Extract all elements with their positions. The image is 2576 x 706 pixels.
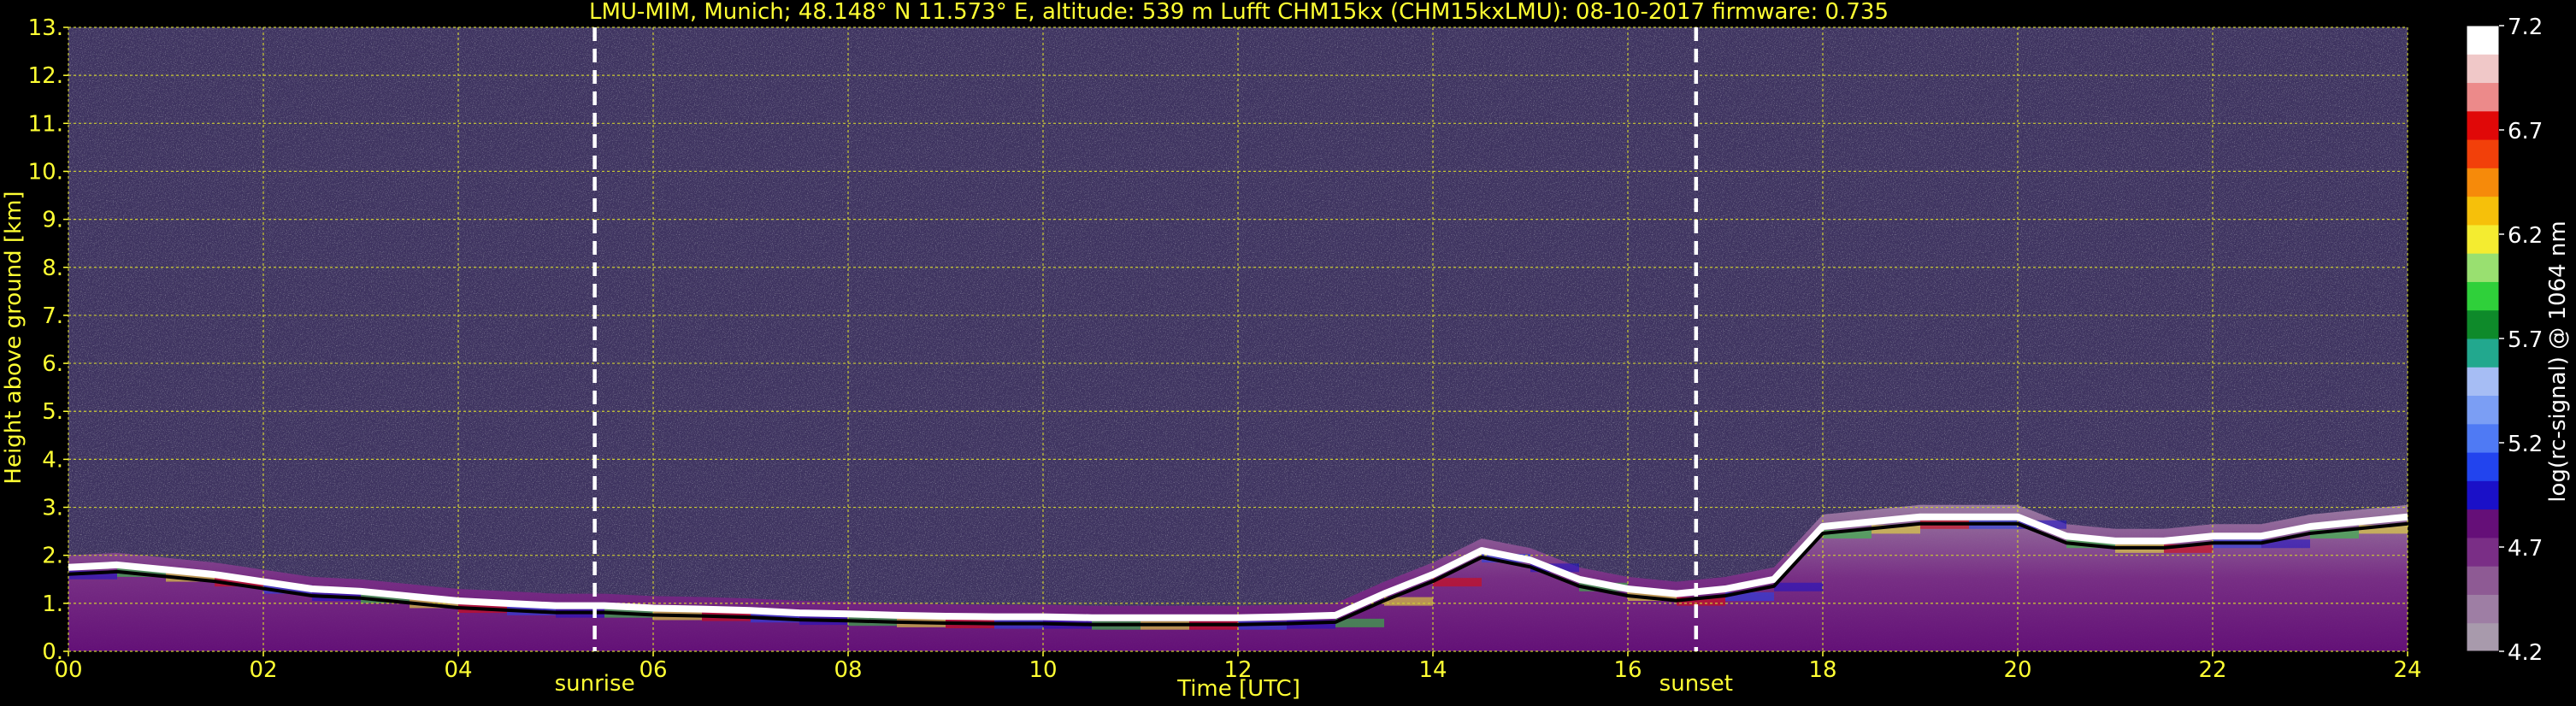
colorbar-swatch (2467, 480, 2499, 510)
colorbar-swatch (2467, 224, 2499, 254)
sunrise-marker-label: sunrise (555, 671, 635, 697)
x-tick-label: 10 (1029, 657, 1057, 683)
x-tick-label: 06 (639, 657, 667, 683)
colorbar-swatch (2467, 338, 2499, 368)
colorbar-tick-label: 6.7 (2508, 119, 2543, 144)
colorbar-swatch (2467, 110, 2499, 140)
y-tick-label: 8. (42, 256, 63, 281)
colorbar-swatch (2467, 309, 2499, 339)
colorbar-swatch (2467, 423, 2499, 453)
y-tick-label: 12. (28, 63, 63, 89)
x-tick-label: 14 (1418, 657, 1447, 683)
colorbar-swatch (2467, 82, 2499, 112)
colorbar-tick-label: 6.2 (2508, 223, 2543, 249)
colorbar-swatch (2467, 54, 2499, 84)
colorbar-tick-label: 7.2 (2508, 15, 2543, 40)
colorbar-ticks: 4.2 4.7 5.2 5.7 6.2 6.7 7.2 (2499, 15, 2543, 666)
y-tick-label: 5. (42, 399, 63, 425)
x-tick-label: 20 (2003, 657, 2031, 683)
colorbar-swatch (2467, 537, 2499, 567)
ceilometer-chart: sunrise sunset 00 02 04 06 08 10 12 14 16 18 20 22 24… (1, 0, 2571, 702)
y-tick-label: 11. (28, 111, 63, 137)
y-tick-label: 7. (42, 303, 63, 329)
colorbar-swatch (2467, 367, 2499, 397)
colorbar-swatch (2467, 26, 2499, 55)
colorbar-swatch (2467, 566, 2499, 595)
colorbar-swatch (2467, 139, 2499, 168)
colorbar-swatch (2467, 395, 2499, 425)
plot-area: sunrise sunset (68, 26, 2408, 697)
x-axis-label: Time [UTC] (1176, 676, 1300, 702)
y-axis-label: Height above ground [km] (1, 191, 27, 484)
colorbar-swatches (2466, 25, 2500, 652)
colorbar-swatch (2467, 196, 2499, 226)
colorbar-tick-label: 4.7 (2508, 536, 2543, 562)
colorbar-swatch (2467, 622, 2499, 652)
colorbar: 4.2 4.7 5.2 5.7 6.2 6.7 7.2 log(rc-signal) @ 1… (2466, 15, 2571, 666)
chart-title: LMU-MIM, Munich; 48.148° N 11.573° E, al… (589, 0, 1889, 25)
colorbar-swatch (2467, 452, 2499, 481)
colorbar-swatch (2467, 168, 2499, 197)
x-tick-label: 04 (444, 657, 472, 683)
y-tick-label: 6. (42, 351, 63, 377)
aerosol-strip (1774, 582, 1823, 591)
x-tick-label: 02 (249, 657, 277, 683)
colorbar-swatch (2467, 509, 2499, 538)
y-tick-label: 4. (42, 447, 63, 473)
y-tick-label: 3. (42, 496, 63, 521)
colorbar-tick-label: 5.7 (2508, 327, 2543, 353)
y-axis-ticks: 0. 1. 2. 3. 4. 5. 6. 7. 8. 9. 10. 11. 12. 13. (28, 15, 68, 665)
colorbar-swatch (2467, 281, 2499, 311)
y-tick-label: 9. (42, 208, 63, 233)
x-tick-label: 16 (1613, 657, 1642, 683)
y-tick-label: 0. (42, 639, 63, 665)
x-tick-label: 24 (2393, 657, 2421, 683)
colorbar-swatch (2467, 253, 2499, 282)
y-tick-label: 2. (42, 544, 63, 569)
colorbar-tick-label: 4.2 (2508, 640, 2543, 666)
colorbar-tick-label: 5.2 (2508, 432, 2543, 457)
x-tick-label: 22 (2198, 657, 2226, 683)
x-tick-label: 18 (1808, 657, 1836, 683)
colorbar-swatch (2467, 594, 2499, 624)
colorbar-label: log(rc-signal) @ 1064 nm (2545, 221, 2571, 502)
sunset-marker-label: sunset (1659, 671, 1733, 697)
y-tick-label: 1. (42, 591, 63, 617)
y-tick-label: 13. (28, 15, 63, 41)
x-tick-label: 08 (834, 657, 862, 683)
y-tick-label: 10. (28, 159, 63, 185)
